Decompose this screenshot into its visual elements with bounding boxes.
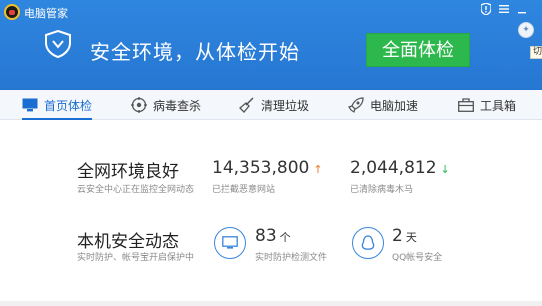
toolbox-icon [458, 98, 474, 112]
protection-files-unit: 个 [279, 231, 291, 244]
full-checkup-button[interactable]: 全面体检 [366, 33, 470, 67]
qq-penguin-icon[interactable] [352, 227, 384, 259]
tab-home-checkup[interactable]: 首页体检 [22, 90, 93, 120]
shield-logo-icon [45, 30, 71, 58]
network-status-title: 全网环境良好 [77, 162, 179, 182]
cleared-trojans-value: 2,044,812 [350, 158, 437, 178]
qq-safe-days-unit: 天 [405, 231, 417, 244]
protection-files-value: 83 [255, 226, 277, 246]
shield-status-icon[interactable] [478, 2, 494, 19]
trend-up-icon: ↑ [313, 163, 323, 176]
broom-icon [239, 97, 254, 113]
tab-toolbox[interactable]: 工具箱 [458, 90, 516, 120]
local-security-title: 本机安全动态 [77, 232, 179, 252]
cleared-trojans-stat: 2,044,812 ↓ [350, 158, 450, 178]
tab-label: 清理垃圾 [261, 98, 310, 113]
tab-speed-up[interactable]: 电脑加速 [348, 90, 418, 120]
tooltip-label: 切 [530, 46, 542, 59]
menu-icon[interactable] [496, 3, 512, 19]
realtime-protection-icon[interactable] [214, 227, 246, 259]
tab-label: 工具箱 [480, 98, 517, 113]
trend-down-icon: ↓ [440, 163, 450, 176]
window-bottom-edge [0, 301, 542, 306]
tab-label: 病毒查杀 [153, 98, 202, 113]
tab-label: 电脑加速 [370, 98, 419, 113]
qq-safe-days-stat: 2天 [392, 226, 417, 246]
minimize-icon[interactable] [514, 3, 530, 19]
qq-safe-days-value: 2 [392, 226, 403, 246]
monitor-icon [22, 98, 38, 112]
virus-scan-icon [131, 97, 147, 113]
cleared-trojans-label: 已清除病毒木马 [350, 185, 414, 195]
blocked-sites-stat: 14,353,800 ↑ [212, 158, 323, 178]
title-bar[interactable]: 电脑管家 [0, 0, 542, 24]
blocked-sites-label: 已拦截恶意网站 [212, 185, 276, 195]
tab-label: 首页体检 [44, 98, 93, 113]
protection-files-stat: 83 个 [255, 226, 291, 246]
header-banner: 电脑管家 安全环境，从体检开始 全面体检 ✦ 切 [0, 0, 542, 90]
main-nav: 首页体检 病毒查杀 清理垃圾 电脑加速 工具箱 [0, 90, 542, 120]
pin-icon[interactable]: ✦ [518, 22, 534, 38]
app-logo-icon [4, 4, 20, 20]
tab-clean-junk[interactable]: 清理垃圾 [239, 90, 309, 120]
hero-slogan: 安全环境，从体检开始 [90, 40, 300, 64]
protection-files-label: 实时防护检测文件 [255, 253, 328, 263]
local-security-subtitle: 实时防护、帐号宝开启保护中 [77, 253, 195, 263]
rocket-icon [348, 97, 364, 113]
qq-safe-days-label: QQ帐号安全 [392, 253, 443, 263]
blocked-sites-value: 14,353,800 [212, 158, 310, 178]
app-title: 电脑管家 [24, 7, 68, 20]
network-status-subtitle: 云安全中心正在监控全网动态 [77, 185, 195, 195]
tab-virus-scan[interactable]: 病毒查杀 [131, 90, 201, 120]
